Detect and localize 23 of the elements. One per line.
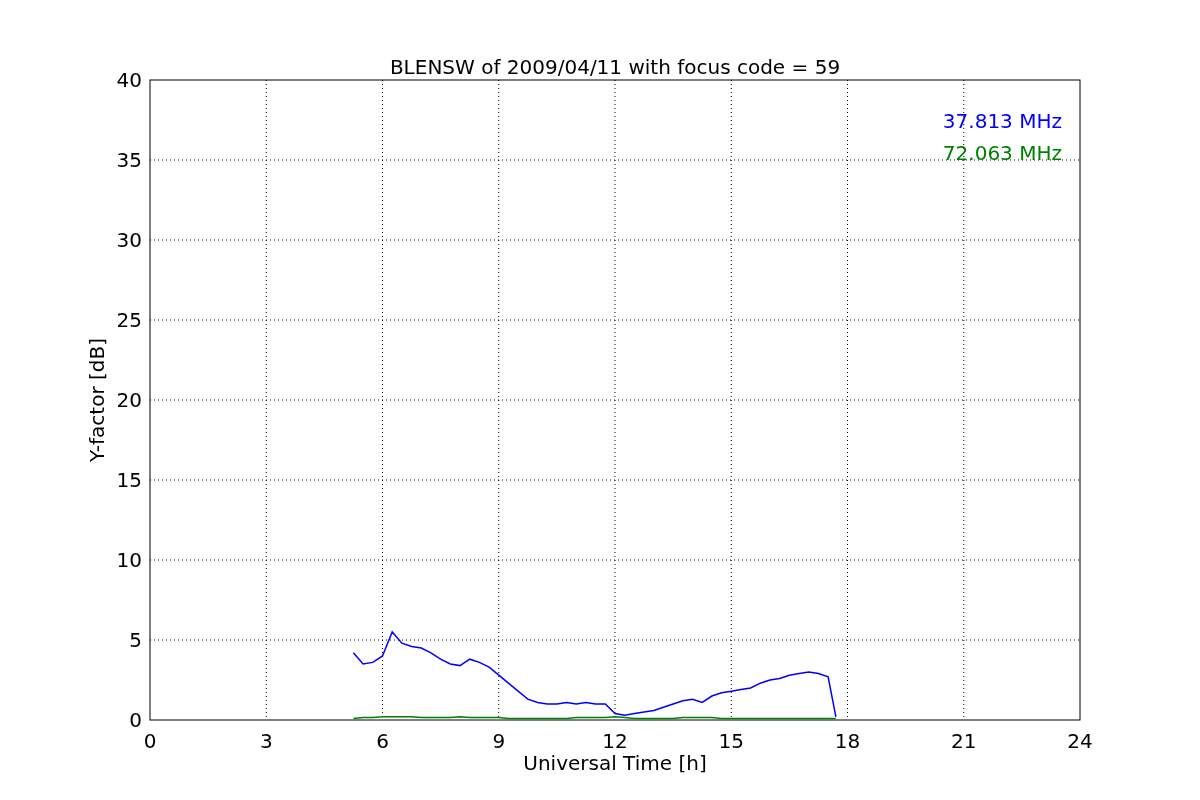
x-tick-label: 0 bbox=[143, 729, 157, 753]
y-axis-label: Y-factor [dB] bbox=[85, 338, 109, 462]
y-tick-label: 0 bbox=[129, 708, 142, 732]
x-tick-label: 6 bbox=[376, 729, 389, 753]
x-axis-label: Universal Time [h] bbox=[523, 751, 707, 775]
x-tick-label: 15 bbox=[718, 729, 744, 753]
y-tick-label: 35 bbox=[116, 148, 142, 172]
y-tick-label: 30 bbox=[116, 228, 142, 252]
y-tick-label: 5 bbox=[129, 628, 142, 652]
chart-title: BLENSW of 2009/04/11 with focus code = 59 bbox=[389, 55, 841, 79]
y-tick-label: 25 bbox=[116, 308, 142, 332]
x-tick-label: 24 bbox=[1067, 729, 1093, 753]
y-tick-label: 40 bbox=[116, 68, 142, 92]
x-tick-label: 12 bbox=[602, 729, 628, 753]
x-tick-label: 21 bbox=[951, 729, 977, 753]
legend-label: 72.063 MHz bbox=[942, 141, 1062, 165]
y-tick-label: 10 bbox=[116, 548, 142, 572]
x-tick-label: 3 bbox=[259, 729, 273, 753]
y-tick-label: 20 bbox=[116, 388, 142, 412]
legend-label: 37.813 MHz bbox=[942, 109, 1062, 133]
x-tick-label: 18 bbox=[834, 729, 861, 753]
x-tick-label: 9 bbox=[492, 729, 506, 753]
y-tick-label: 15 bbox=[116, 468, 142, 492]
